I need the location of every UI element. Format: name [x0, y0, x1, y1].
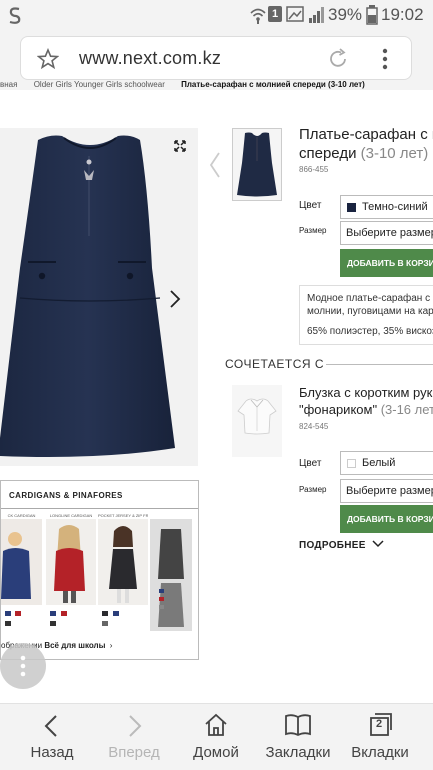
matches-heading: СОЧЕТАЕТСЯ С	[225, 357, 325, 371]
nav-back-label: Назад	[30, 744, 74, 761]
nav-bookmarks[interactable]: Закладки	[255, 704, 341, 770]
banner-title: CARDIGANS & PINAFORES	[9, 491, 123, 500]
blouse-size-label: Размер	[299, 485, 327, 494]
banner-col-label: POCKET JERSEY & ZIP FRONT PINAFORES	[98, 513, 148, 518]
product-description: Модное платье-сарафан с молнии, пуговица…	[299, 285, 433, 345]
size-select[interactable]: Выберите размер	[340, 221, 433, 245]
tabs-count: 2	[375, 718, 383, 730]
address-bar[interactable]: www.next.com.kz	[20, 36, 412, 80]
white-swatch	[347, 459, 356, 468]
more-icon	[20, 655, 26, 677]
color-label: Цвет	[299, 200, 322, 211]
bookmark-star-icon[interactable]	[37, 48, 59, 70]
breadcrumb: вная Older Girls Younger Girls schoolwea…	[0, 80, 433, 94]
status-bar: 1 39% 19:02	[0, 0, 433, 30]
product-image[interactable]	[0, 128, 198, 466]
battery-icon	[366, 5, 378, 25]
color-value: Темно-синий	[362, 201, 428, 213]
notification-badge: 1	[268, 6, 282, 22]
nav-forward[interactable]: Вперед	[91, 704, 177, 770]
nav-back[interactable]: Назад	[9, 704, 95, 770]
blouse-age: (3-16 лет	[380, 402, 433, 417]
next-image-icon[interactable]	[164, 283, 186, 315]
banner-col-label: CK CARDIGAN	[7, 513, 36, 518]
product-title-line1: Платье-сарафан с мол	[299, 126, 433, 143]
nav-tabs[interactable]: 2 Вкладки	[337, 704, 423, 770]
size-label: Размер	[299, 226, 327, 235]
blouse-title-line1: Блузка с коротким рук	[299, 385, 433, 400]
wifi-icon	[250, 8, 266, 24]
banner-col-label: LONGLINE CARDIGAN	[49, 513, 93, 518]
color-select[interactable]: Темно-синий	[340, 195, 433, 219]
bookmarks-icon	[285, 714, 311, 737]
browser-bottom-bar: Назад Вперед Домой Закладки 2 Вкладки	[0, 703, 433, 770]
zoom-icon[interactable]	[174, 140, 186, 152]
description-line: Модное платье-сарафан с	[307, 293, 431, 304]
divider	[326, 364, 433, 365]
battery-percent: 39%	[328, 5, 363, 24]
more-label: ПОДРОБНЕЕ	[299, 540, 366, 551]
blouse-code: 824-545	[299, 422, 329, 431]
home-icon	[205, 713, 227, 736]
product-title-line2: спереди	[299, 145, 357, 162]
nav-bookmarks-label: Закладки	[265, 744, 331, 761]
school-link[interactable]: Всё для школы	[44, 641, 105, 650]
menu-icon[interactable]	[381, 47, 389, 71]
thumbnails-prev-icon[interactable]	[208, 150, 222, 180]
breadcrumb-item[interactable]: Older Girls Younger Girls schoolwear	[34, 80, 165, 89]
blouse-size-select[interactable]: Выберите размер	[340, 479, 433, 503]
nav-tabs-label: Вкладки	[351, 744, 409, 761]
blouse-image	[237, 398, 277, 435]
breadcrumb-item[interactable]: вная	[0, 80, 17, 89]
pinafore-thumbnail-image	[237, 132, 277, 197]
nav-forward-label: Вперед	[108, 744, 160, 761]
screen: 1 39% 19:02 www.next.com.kz вная Older G…	[0, 0, 433, 770]
schoolwear-banner[interactable]: CARDIGANS & PINAFORES CK CARDIGAN LONGLI…	[0, 480, 199, 660]
color-swatch	[347, 203, 356, 212]
description-line: молнии, пуговицами на кар	[307, 306, 433, 317]
add-to-cart-button[interactable]: ДОБАВИТЬ В КОРЗИНУ	[340, 249, 433, 277]
image-notification-icon	[286, 6, 304, 22]
floating-menu-button[interactable]	[0, 643, 46, 689]
blouse-color-label: Цвет	[299, 458, 322, 469]
forward-icon	[129, 715, 142, 737]
product-code: 866-455	[299, 165, 329, 174]
blouse-color-value: Белый	[362, 457, 396, 469]
back-icon	[44, 715, 57, 737]
clock: 19:02	[381, 5, 424, 24]
nav-home-label: Домой	[193, 744, 239, 761]
reload-icon[interactable]	[326, 47, 350, 71]
blouse-title-line2: "фонариком"	[299, 402, 378, 417]
app-notification-icon	[9, 7, 21, 24]
composition-line: 65% полиэстер, 35% вискоз	[307, 326, 433, 337]
blouse-thumbnail[interactable]	[232, 385, 282, 457]
blouse-title: Блузка с коротким рук "фонариком" (3-16 …	[299, 384, 433, 418]
product-title: Платье-сарафан с мол спереди (3-10 лет)	[299, 125, 433, 163]
blouse-color-select[interactable]: Белый	[340, 451, 433, 475]
more-link[interactable]: ПОДРОБНЕЕ	[299, 540, 384, 551]
chevron-down-icon	[372, 540, 384, 548]
product-thumbnail[interactable]	[232, 128, 282, 201]
product-age: (3-10 лет)	[360, 145, 429, 162]
url-text[interactable]: www.next.com.kz	[79, 48, 221, 69]
blouse-add-to-cart-button[interactable]: ДОБАВИТЬ В КОРЗИНУ	[340, 505, 433, 533]
chevron-right-icon: ›	[109, 641, 113, 650]
banner-photos	[1, 519, 192, 631]
banner-divider	[1, 508, 198, 509]
signal-icon	[309, 7, 324, 23]
breadcrumb-current: Платье-сарафан с молнией спереди (3-10 л…	[181, 80, 365, 89]
nav-home[interactable]: Домой	[173, 704, 259, 770]
